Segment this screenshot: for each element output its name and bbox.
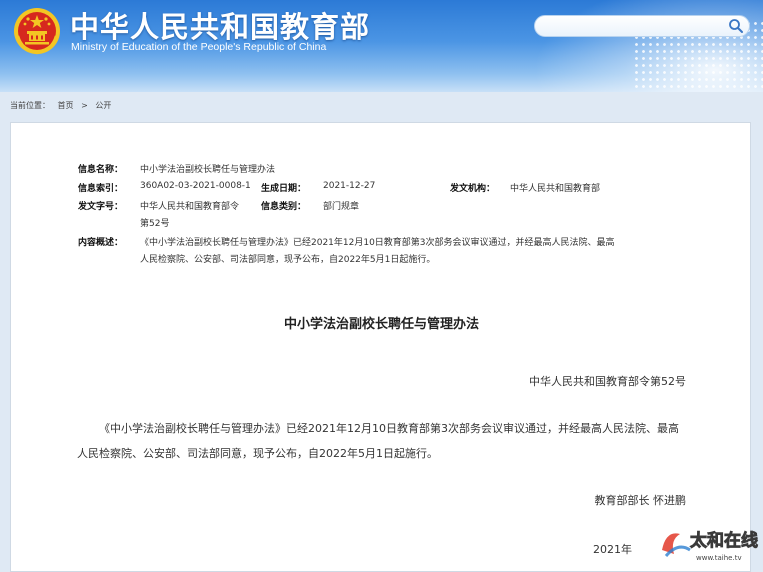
article-order-number: 中华人民共和国教育部令第52号 — [529, 375, 686, 388]
meta-date-label: 生成日期： — [261, 184, 307, 194]
site-title[interactable]: 中华人民共和国教育部 — [70, 4, 370, 46]
breadcrumb-section-link[interactable]: 公开 — [95, 101, 111, 110]
national-emblem-icon[interactable] — [12, 6, 62, 56]
watermark-text: 太和在线 — [690, 530, 758, 551]
search-icon[interactable] — [728, 18, 744, 34]
meta-summary-line2: 人民检察院、公安部、司法部同意，现予公布，自2022年5月1日起施行。 — [140, 255, 436, 265]
meta-name-label: 信息名称： — [78, 165, 124, 175]
meta-docno-label: 发文字号： — [78, 202, 124, 212]
breadcrumb-label: 当前位置： — [10, 101, 50, 110]
meta-category-value: 部门规章 — [323, 202, 360, 212]
breadcrumb-home-link[interactable]: 首页 — [58, 101, 74, 110]
meta-docno-value-line2: 第52号 — [140, 219, 170, 229]
site-subtitle: Ministry of Education of the People's Re… — [71, 41, 327, 53]
meta-docno-value-line1: 中华人民共和国教育部令 — [140, 202, 240, 212]
article-title: 中小学法治副校长聘任与管理办法 — [283, 317, 479, 332]
search-input[interactable] — [545, 18, 729, 36]
search-box — [534, 15, 750, 37]
meta-index-label: 信息索引： — [78, 184, 124, 194]
article-signature: 教育部部长 怀进鹏 — [594, 494, 687, 507]
breadcrumb-separator: > — [81, 101, 88, 110]
breadcrumb: 当前位置： 首页 > 公开 — [10, 100, 116, 111]
meta-name-value: 中小学法治副校长聘任与管理办法 — [140, 165, 276, 175]
article-paragraph: 《中小学法治副校长聘任与管理办法》已经2021年12月10日教育部第3次部务会议… — [77, 422, 679, 460]
meta-summary-line1: 《中小学法治副校长聘任与管理办法》已经2021年12月10日教育部第3次部务会议… — [140, 238, 615, 248]
site-header: 中华人民共和国教育部 Ministry of Education of the … — [0, 0, 763, 92]
meta-date-value: 2021-12-27 — [323, 181, 376, 191]
meta-index-value: 360A02-03-2021-0008-1 — [140, 181, 251, 191]
meta-org-value: 中华人民共和国教育部 — [510, 184, 601, 194]
meta-org-label: 发文机构： — [450, 184, 496, 194]
watermark-url: www.taihe.tv — [696, 554, 742, 562]
meta-summary-label: 内容概述： — [78, 238, 124, 248]
meta-category-label: 信息类别： — [261, 202, 307, 212]
article-date: 2021年 — [593, 543, 632, 556]
taihe-watermark-logo: 太和在线 www.taihe.tv — [662, 530, 758, 562]
